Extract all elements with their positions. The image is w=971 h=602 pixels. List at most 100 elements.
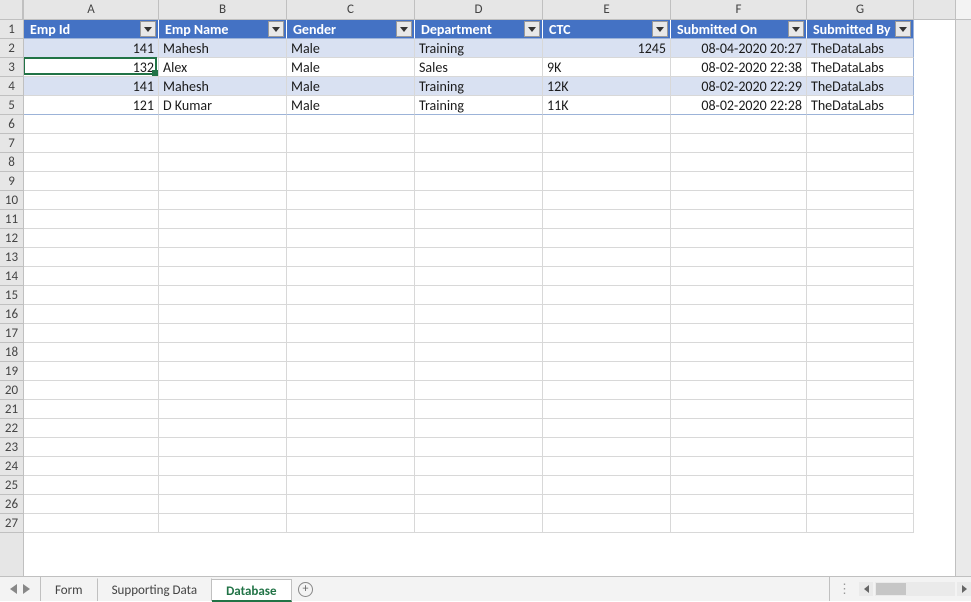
cell-E2[interactable]: 1245 xyxy=(543,39,671,58)
cell-G25[interactable] xyxy=(807,476,914,495)
sheet-tab-form[interactable]: Form xyxy=(41,578,98,601)
scroll-right-button[interactable] xyxy=(957,582,971,596)
cell-A20[interactable] xyxy=(24,381,159,400)
cell-B17[interactable] xyxy=(159,324,287,343)
table-header-gender[interactable]: Gender xyxy=(287,20,415,39)
cell-F19[interactable] xyxy=(671,362,807,381)
vertical-scrollbar[interactable] xyxy=(955,0,971,576)
cell-F27[interactable] xyxy=(671,514,807,533)
cell-B16[interactable] xyxy=(159,305,287,324)
cell-F20[interactable] xyxy=(671,381,807,400)
cell-B14[interactable] xyxy=(159,267,287,286)
cell-D19[interactable] xyxy=(415,362,543,381)
cell-G7[interactable] xyxy=(807,134,914,153)
table-header-emp-id[interactable]: Emp Id xyxy=(24,20,159,39)
cell-E22[interactable] xyxy=(543,419,671,438)
row-header-14[interactable]: 14 xyxy=(0,267,23,286)
cell-E4[interactable]: 12K xyxy=(543,77,671,96)
cell-A24[interactable] xyxy=(24,457,159,476)
cell-E11[interactable] xyxy=(543,210,671,229)
cell-G4[interactable]: TheDataLabs xyxy=(807,77,914,96)
sheet-tab-database[interactable]: Database xyxy=(212,579,291,602)
cell-G13[interactable] xyxy=(807,248,914,267)
row-header-22[interactable]: 22 xyxy=(0,419,23,438)
cell-E10[interactable] xyxy=(543,191,671,210)
cell-D15[interactable] xyxy=(415,286,543,305)
cell-G9[interactable] xyxy=(807,172,914,191)
cell-D16[interactable] xyxy=(415,305,543,324)
row-header-12[interactable]: 12 xyxy=(0,229,23,248)
cell-D2[interactable]: Training xyxy=(415,39,543,58)
cell-A26[interactable] xyxy=(24,495,159,514)
cell-F26[interactable] xyxy=(671,495,807,514)
cell-E13[interactable] xyxy=(543,248,671,267)
cell-D12[interactable] xyxy=(415,229,543,248)
column-header-A[interactable]: A xyxy=(24,0,159,19)
cell-A5[interactable]: 121 xyxy=(24,96,159,115)
cell-C10[interactable] xyxy=(287,191,415,210)
cell-C4[interactable]: Male xyxy=(287,77,415,96)
sheet-nav-next[interactable] xyxy=(23,584,30,594)
cell-D27[interactable] xyxy=(415,514,543,533)
cell-E9[interactable] xyxy=(543,172,671,191)
row-header-7[interactable]: 7 xyxy=(0,134,23,153)
select-all-corner[interactable] xyxy=(0,0,23,20)
cell-C25[interactable] xyxy=(287,476,415,495)
cell-C6[interactable] xyxy=(287,115,415,134)
row-header-2[interactable]: 2 xyxy=(0,39,23,58)
table-header-emp-name[interactable]: Emp Name xyxy=(159,20,287,39)
cell-F23[interactable] xyxy=(671,438,807,457)
column-header-C[interactable]: C xyxy=(287,0,415,19)
horizontal-scrollbar[interactable]: ⋮ xyxy=(829,577,971,601)
scroll-left-button[interactable] xyxy=(859,582,873,596)
cell-F12[interactable] xyxy=(671,229,807,248)
cell-C7[interactable] xyxy=(287,134,415,153)
cell-F7[interactable] xyxy=(671,134,807,153)
cell-D8[interactable] xyxy=(415,153,543,172)
cell-E16[interactable] xyxy=(543,305,671,324)
cell-B22[interactable] xyxy=(159,419,287,438)
row-header-21[interactable]: 21 xyxy=(0,400,23,419)
cell-A17[interactable] xyxy=(24,324,159,343)
cell-F25[interactable] xyxy=(671,476,807,495)
cell-A4[interactable]: 141 xyxy=(24,77,159,96)
cell-B12[interactable] xyxy=(159,229,287,248)
cell-G2[interactable]: TheDataLabs xyxy=(807,39,914,58)
cell-F22[interactable] xyxy=(671,419,807,438)
row-header-10[interactable]: 10 xyxy=(0,191,23,210)
cell-E3[interactable]: 9K xyxy=(543,58,671,77)
row-header-4[interactable]: 4 xyxy=(0,77,23,96)
table-header-submitted-by[interactable]: Submitted By xyxy=(807,20,914,39)
cell-E26[interactable] xyxy=(543,495,671,514)
cell-D6[interactable] xyxy=(415,115,543,134)
cell-C26[interactable] xyxy=(287,495,415,514)
cell-C9[interactable] xyxy=(287,172,415,191)
filter-dropdown-button[interactable] xyxy=(788,21,804,37)
cell-A11[interactable] xyxy=(24,210,159,229)
cell-G14[interactable] xyxy=(807,267,914,286)
cell-E23[interactable] xyxy=(543,438,671,457)
cell-A8[interactable] xyxy=(24,153,159,172)
cell-D14[interactable] xyxy=(415,267,543,286)
cell-F18[interactable] xyxy=(671,343,807,362)
cell-G6[interactable] xyxy=(807,115,914,134)
cell-A14[interactable] xyxy=(24,267,159,286)
cell-E18[interactable] xyxy=(543,343,671,362)
cell-D21[interactable] xyxy=(415,400,543,419)
cell-E19[interactable] xyxy=(543,362,671,381)
row-header-18[interactable]: 18 xyxy=(0,343,23,362)
row-header-16[interactable]: 16 xyxy=(0,305,23,324)
cell-C17[interactable] xyxy=(287,324,415,343)
cell-E14[interactable] xyxy=(543,267,671,286)
cell-E27[interactable] xyxy=(543,514,671,533)
cell-B20[interactable] xyxy=(159,381,287,400)
cell-F6[interactable] xyxy=(671,115,807,134)
filter-dropdown-button[interactable] xyxy=(895,21,911,37)
filter-dropdown-button[interactable] xyxy=(524,21,540,37)
cell-D24[interactable] xyxy=(415,457,543,476)
cell-E5[interactable]: 11K xyxy=(543,96,671,115)
cell-F2[interactable]: 08-04-2020 20:27 xyxy=(671,39,807,58)
column-header-F[interactable]: F xyxy=(671,0,807,19)
cell-G12[interactable] xyxy=(807,229,914,248)
cell-G17[interactable] xyxy=(807,324,914,343)
